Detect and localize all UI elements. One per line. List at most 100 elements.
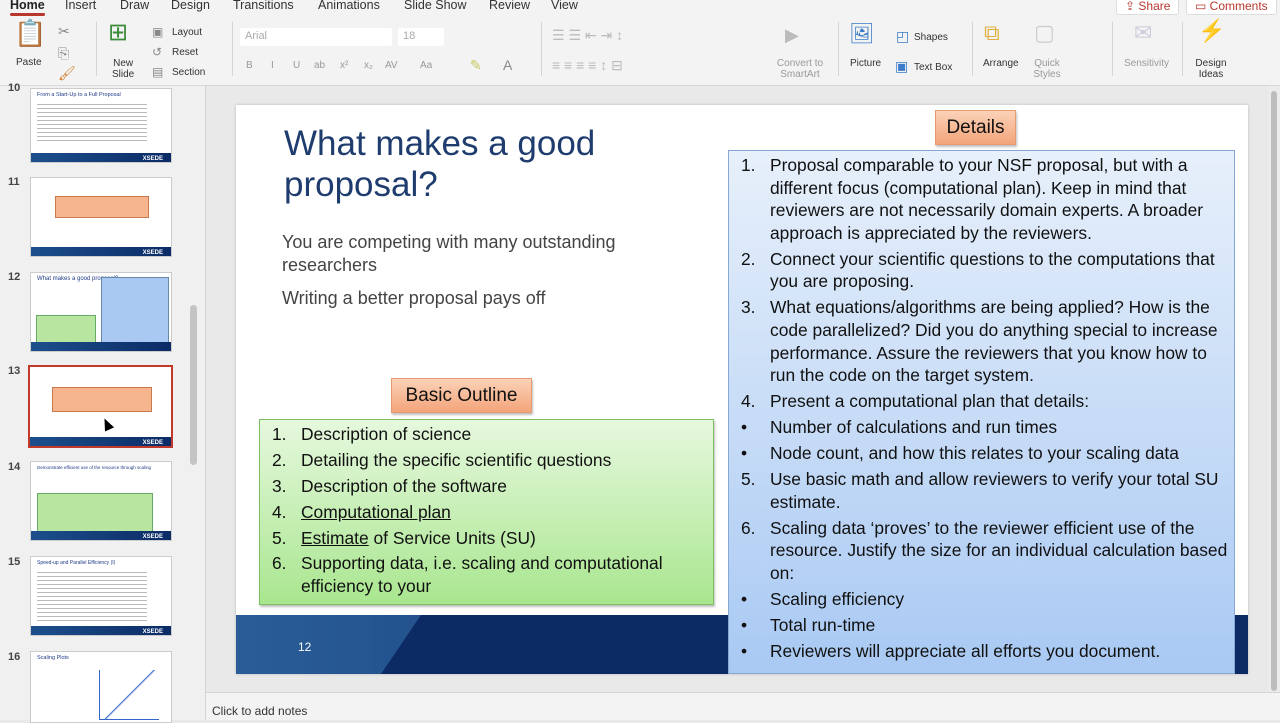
tab-transitions[interactable]: Transitions <box>233 0 294 12</box>
layout-button[interactable]: Layout <box>172 27 202 38</box>
slide-canvas[interactable]: 12 What makes a good proposal? You are c… <box>236 105 1248 674</box>
details-label[interactable]: Details <box>935 110 1016 145</box>
sensitivity-button[interactable]: Sensitivity <box>1124 58 1169 69</box>
thumbnail-title: Speed-up and Parallel Efficiency (I) <box>37 560 116 566</box>
item-number: 4. <box>741 391 756 412</box>
ribbon: 📋 Paste ✂ ⎘ 🖌 ⊞ New Slide ▣ Layout ↺ Res… <box>0 16 1280 86</box>
slide-title[interactable]: What makes a good proposal? <box>284 123 684 205</box>
slide-thumbnail-16[interactable]: Scaling Plots <box>30 651 172 723</box>
slide-number: 12 <box>298 640 312 654</box>
reset-button[interactable]: Reset <box>172 47 198 58</box>
arrange-icon[interactable]: ⧉ <box>984 22 1000 44</box>
section-button[interactable]: Section <box>172 67 205 78</box>
text-box-button[interactable]: Text Box <box>914 62 952 73</box>
underlined-text: Computational plan <box>301 501 451 522</box>
slide-thumbnail-13[interactable]: XSEDE <box>28 365 173 448</box>
reset-icon: ↺ <box>152 45 163 59</box>
tab-slide-show[interactable]: Slide Show <box>404 0 467 12</box>
align-icon[interactable]: ≡ ≡ ≡ ≡ ↕ ⊟ <box>552 58 623 72</box>
item-text: Description of science <box>301 424 472 444</box>
slide-thumbnail-12[interactable]: What makes a good proposal? <box>30 272 172 352</box>
bold-button[interactable]: B <box>246 60 253 71</box>
new-slide-button[interactable]: New Slide <box>112 58 134 80</box>
subtitle-competing[interactable]: You are competing with many outstanding … <box>282 231 702 276</box>
arrange-button[interactable]: Arrange <box>983 58 1019 69</box>
share-button[interactable]: ⇪ Share <box>1116 0 1180 15</box>
details-item: • Node count, and how this relates to you… <box>741 442 1230 465</box>
format-painter-icon[interactable]: 🖌 <box>58 66 76 80</box>
font-size-select[interactable]: 18 <box>398 28 444 46</box>
details-item: 2. Connect your scientific questions to t… <box>741 248 1230 293</box>
item-text: Total run-time <box>770 614 876 635</box>
quick-styles-icon[interactable]: ▢ <box>1034 22 1055 44</box>
basic-outline-label[interactable]: Basic Outline <box>391 378 532 413</box>
xsede-logo: XSEDE <box>142 250 163 256</box>
highlight-icon[interactable]: ✎ <box>470 58 482 72</box>
tab-review[interactable]: Review <box>489 0 530 12</box>
design-ideas-button[interactable]: Design Ideas <box>1194 58 1228 80</box>
font-name-select[interactable]: Arial <box>240 28 392 46</box>
slide-thumbnail-panel: 10 From a Start-Up to a Full Proposal XSE… <box>0 82 206 723</box>
item-text: Scaling data ‘proves’ to the reviewer ef… <box>770 517 1228 583</box>
thumbnail-scrollbar[interactable] <box>190 305 197 465</box>
tab-insert[interactable]: Insert <box>65 0 96 12</box>
details-item: 6. Scaling data ‘proves’ to the reviewer … <box>741 517 1230 585</box>
item-number: 5. <box>272 527 287 548</box>
underline-button[interactable]: U <box>293 60 300 71</box>
basic-outline-box[interactable]: 1. Description of science 2. Detailing the … <box>259 419 714 605</box>
shapes-button[interactable]: Shapes <box>914 32 948 43</box>
change-case-button[interactable]: Aa <box>420 60 432 71</box>
details-item: • Number of calculations and run times <box>741 416 1230 439</box>
strikethrough-button[interactable]: ab <box>314 60 325 71</box>
item-text: Description of the software <box>301 475 507 496</box>
quick-styles-button[interactable]: Quick Styles <box>1030 58 1064 80</box>
outline-item: 6. Supporting data, i.e. scaling and comp… <box>272 552 706 597</box>
item-number: 2. <box>272 449 287 470</box>
tab-design[interactable]: Design <box>171 0 210 12</box>
item-number: 6. <box>741 517 756 538</box>
item-text: of Service Units (SU) <box>368 527 536 548</box>
slide-thumbnail-14[interactable]: Demonstrate efficient use of the resourc… <box>30 461 172 541</box>
comment-icon: ▭ <box>1195 0 1210 13</box>
slide-thumbnail-11[interactable]: XSEDE <box>30 177 172 257</box>
notes-pane[interactable]: Click to add notes <box>206 692 1280 720</box>
superscript-button[interactable]: x² <box>340 60 348 71</box>
italic-button[interactable]: I <box>271 60 274 71</box>
sensitivity-icon[interactable]: ✉ <box>1134 22 1152 44</box>
slide-thumbnail-10[interactable]: From a Start-Up to a Full Proposal XSEDE <box>30 88 172 163</box>
paste-button[interactable]: Paste <box>16 57 42 68</box>
cut-icon[interactable]: ✂ <box>58 24 70 38</box>
text-box-icon: ▣ <box>895 58 909 74</box>
tab-draw[interactable]: Draw <box>120 0 149 12</box>
item-text: Present a computational plan that detail… <box>770 391 1090 412</box>
picture-icon[interactable]: 🖼 <box>849 24 874 44</box>
design-ideas-icon[interactable]: ⚡ <box>1198 20 1225 42</box>
slide-thumbnail-15[interactable]: Speed-up and Parallel Efficiency (I) XSED… <box>30 556 172 636</box>
copy-icon[interactable]: ⎘ <box>58 46 69 60</box>
details-item: 1. Proposal comparable to your NSF propos… <box>741 154 1230 244</box>
convert-smartart-button[interactable]: Convert to SmartArt <box>770 58 830 80</box>
smartart-icon[interactable]: ▶ <box>785 26 799 44</box>
tab-home[interactable]: Home <box>10 0 45 16</box>
tab-view[interactable]: View <box>551 0 578 12</box>
character-spacing-button[interactable]: AV <box>385 60 398 71</box>
font-color-icon[interactable]: A <box>503 58 512 72</box>
picture-button[interactable]: Picture <box>850 58 881 69</box>
details-box[interactable]: 1. Proposal comparable to your NSF propos… <box>728 150 1235 674</box>
tab-animations[interactable]: Animations <box>318 0 380 12</box>
item-text: Detailing the specific scientific questi… <box>301 449 612 470</box>
paste-icon[interactable]: 📋 <box>14 20 46 46</box>
comments-button[interactable]: ▭ Comments <box>1186 0 1277 15</box>
bullet-icon: • <box>741 588 748 609</box>
underlined-text: Estimate <box>301 527 369 548</box>
outline-item: 5. Estimate of Service Units (SU) <box>272 527 706 550</box>
subtitle-writing[interactable]: Writing a better proposal pays off <box>282 287 702 310</box>
bullets-icon[interactable]: ☰ ☰ ⇤ ⇥ ↕ <box>552 28 623 42</box>
thumbnail-title: Demonstrate efficient use of the resourc… <box>37 465 151 470</box>
new-slide-icon[interactable]: ⊞ <box>108 21 128 45</box>
outline-item: 2. Detailing the specific scientific ques… <box>272 449 706 472</box>
thumbnail-title: Scaling Plots <box>37 655 69 661</box>
main-scrollbar[interactable] <box>1268 86 1280 692</box>
subscript-button[interactable]: x₂ <box>364 60 373 71</box>
thumbnail-number: 12 <box>8 271 21 283</box>
